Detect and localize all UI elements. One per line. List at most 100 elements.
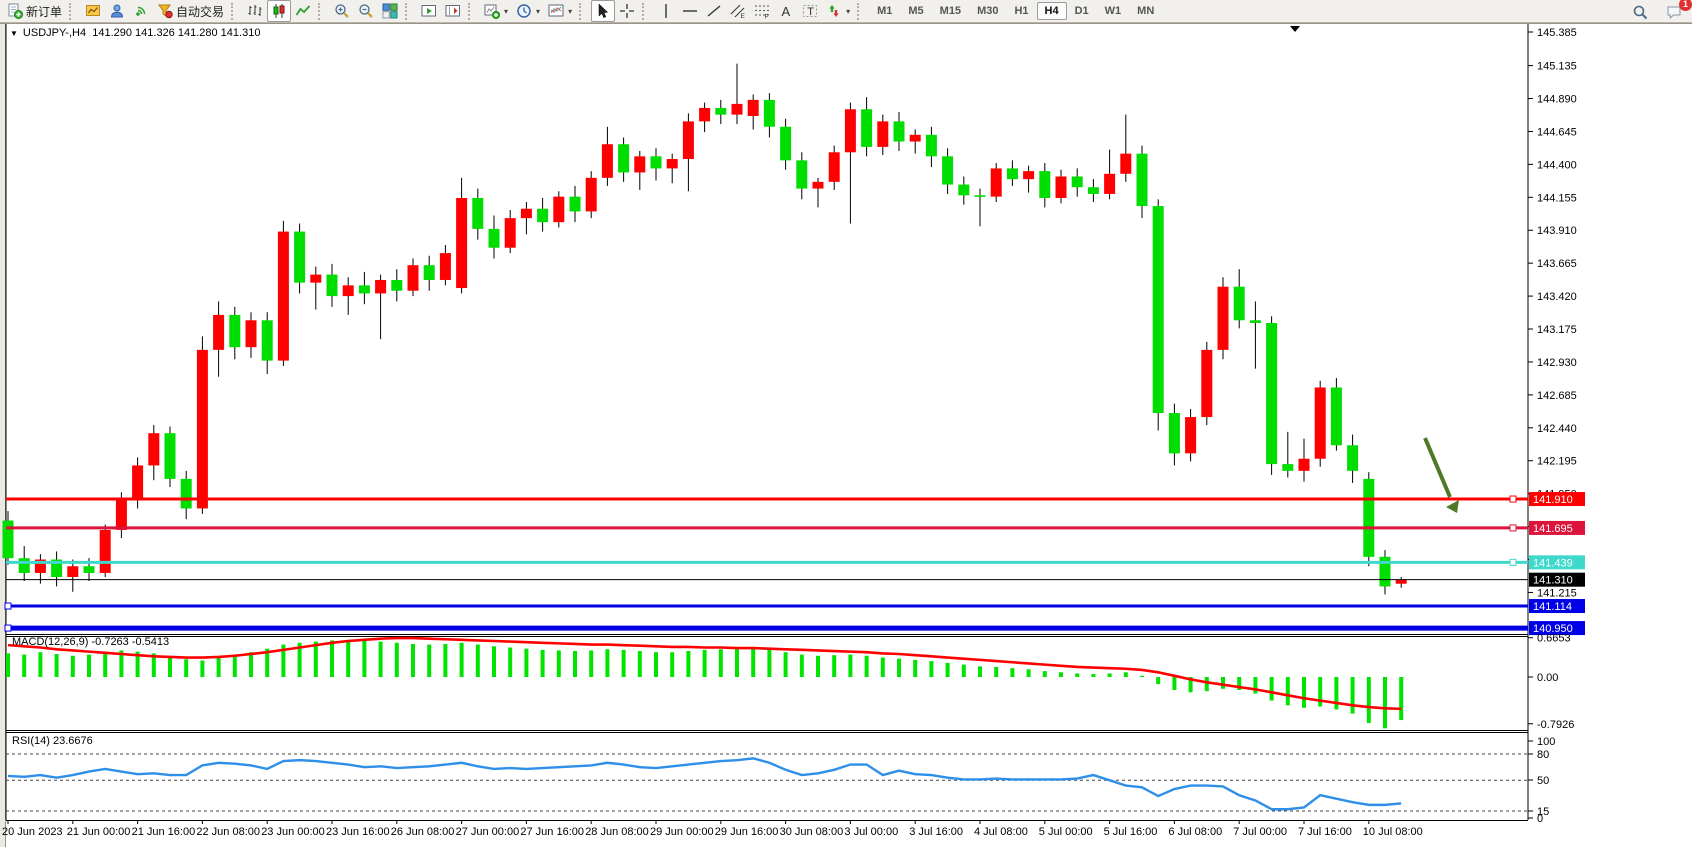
candle-29[interactable] — [472, 198, 483, 229]
timeframe-m1-button[interactable]: M1 — [869, 2, 900, 20]
chart-canvas[interactable]: 145.385145.135144.890144.645144.400144.1… — [0, 23, 1692, 847]
candle-9[interactable] — [148, 433, 159, 465]
hline-handle[interactable] — [1510, 496, 1516, 502]
candle-31[interactable] — [505, 218, 516, 248]
candle-45[interactable] — [732, 104, 743, 115]
candle-40[interactable] — [651, 156, 662, 168]
candle-10[interactable] — [165, 433, 176, 479]
candle-1[interactable] — [19, 558, 30, 573]
text-button[interactable]: A — [774, 0, 798, 22]
candle-28[interactable] — [456, 198, 467, 288]
timeframe-h4-button[interactable]: H4 — [1037, 2, 1067, 20]
candle-15[interactable] — [246, 320, 257, 347]
candle-62[interactable] — [1007, 168, 1018, 179]
candle-27[interactable] — [440, 253, 451, 280]
candle-81[interactable] — [1315, 387, 1326, 458]
new-chart-button[interactable] — [81, 0, 105, 22]
drawn-arrow[interactable] — [1425, 438, 1450, 497]
candle-84[interactable] — [1363, 479, 1374, 557]
candle-11[interactable] — [181, 479, 192, 509]
hline-handle[interactable] — [5, 625, 11, 631]
candle-82[interactable] — [1331, 387, 1342, 445]
timeframe-h1-button[interactable]: H1 — [1006, 2, 1036, 20]
hline-button[interactable] — [678, 0, 702, 22]
candle-43[interactable] — [699, 108, 710, 121]
chart-shift-button[interactable] — [441, 0, 465, 22]
timeframe-m15-button[interactable]: M15 — [932, 2, 969, 20]
candle-30[interactable] — [489, 229, 500, 248]
candle-13[interactable] — [213, 315, 224, 350]
candle-17[interactable] — [278, 232, 289, 361]
candle-46[interactable] — [748, 100, 759, 116]
timeframe-mn-button[interactable]: MN — [1129, 2, 1162, 20]
candle-60[interactable] — [975, 195, 986, 197]
candle-44[interactable] — [715, 108, 726, 115]
candle-37[interactable] — [602, 144, 613, 178]
profiles-button[interactable] — [105, 0, 129, 22]
timeframe-m30-button[interactable]: M30 — [969, 2, 1006, 20]
channel-button[interactable]: E — [726, 0, 750, 22]
candle-41[interactable] — [667, 159, 678, 168]
candle-69[interactable] — [1120, 154, 1131, 174]
candle-53[interactable] — [861, 109, 872, 147]
candle-16[interactable] — [262, 320, 273, 360]
search-button[interactable] — [1628, 1, 1652, 23]
candle-7[interactable] — [116, 499, 127, 530]
line-chart-button[interactable] — [291, 0, 315, 22]
candle-33[interactable] — [537, 209, 548, 222]
hline-handle[interactable] — [1510, 525, 1516, 531]
candle-21[interactable] — [343, 285, 354, 296]
periods-button[interactable]: ▾ — [512, 0, 544, 22]
candle-38[interactable] — [618, 144, 629, 172]
candle-6[interactable] — [100, 530, 111, 573]
candle-22[interactable] — [359, 285, 370, 293]
indicators-button[interactable]: ▾ — [480, 0, 512, 22]
candle-34[interactable] — [553, 197, 564, 223]
auto-scroll-button[interactable] — [417, 0, 441, 22]
candle-68[interactable] — [1104, 174, 1115, 194]
candle-79[interactable] — [1282, 464, 1293, 471]
candle-4[interactable] — [67, 566, 78, 577]
tile-windows-button[interactable] — [378, 0, 402, 22]
candle-64[interactable] — [1039, 171, 1050, 198]
hline-handle[interactable] — [1510, 559, 1516, 565]
signals-button[interactable] — [129, 0, 153, 22]
timeframe-w1-button[interactable]: W1 — [1097, 2, 1130, 20]
candle-73[interactable] — [1185, 417, 1196, 453]
autotrading-button[interactable]: 自动交易 — [153, 0, 228, 22]
candle-86[interactable] — [1396, 580, 1407, 584]
dropdown-arrow-icon[interactable]: ▾ — [846, 7, 850, 16]
candle-58[interactable] — [942, 156, 953, 184]
timeframe-d1-button[interactable]: D1 — [1067, 2, 1097, 20]
candle-50[interactable] — [813, 182, 824, 189]
candle-48[interactable] — [780, 127, 791, 161]
candle-72[interactable] — [1169, 413, 1180, 453]
candle-80[interactable] — [1299, 459, 1310, 471]
candle-19[interactable] — [310, 275, 321, 283]
candle-52[interactable] — [845, 109, 856, 152]
candle-18[interactable] — [294, 232, 305, 283]
new-order-button[interactable]: 新订单 — [3, 0, 66, 22]
trendline-button[interactable] — [702, 0, 726, 22]
bar-chart-button[interactable] — [243, 0, 267, 22]
notifications-button[interactable]: 1 — [1662, 1, 1686, 23]
candle-36[interactable] — [586, 178, 597, 212]
templates-button[interactable]: ▾ — [544, 0, 576, 22]
candle-25[interactable] — [408, 265, 419, 291]
candle-32[interactable] — [521, 209, 532, 218]
candle-24[interactable] — [391, 280, 402, 291]
candle-23[interactable] — [375, 280, 386, 293]
candle-55[interactable] — [894, 121, 905, 141]
candle-20[interactable] — [327, 275, 338, 297]
vline-button[interactable] — [654, 0, 678, 22]
chart-title[interactable]: ▼USDJPY-,H4 141.290 141.326 141.280 141.… — [10, 27, 260, 39]
candle-54[interactable] — [877, 121, 888, 147]
candle-78[interactable] — [1266, 323, 1277, 464]
candle-8[interactable] — [132, 465, 143, 499]
zoom-in-button[interactable] — [330, 0, 354, 22]
candle-77[interactable] — [1250, 320, 1261, 323]
candlestick-button[interactable] — [267, 0, 291, 22]
timeframe-m5-button[interactable]: M5 — [900, 2, 931, 20]
candle-56[interactable] — [910, 135, 921, 142]
fibonacci-button[interactable]: F — [750, 0, 774, 22]
